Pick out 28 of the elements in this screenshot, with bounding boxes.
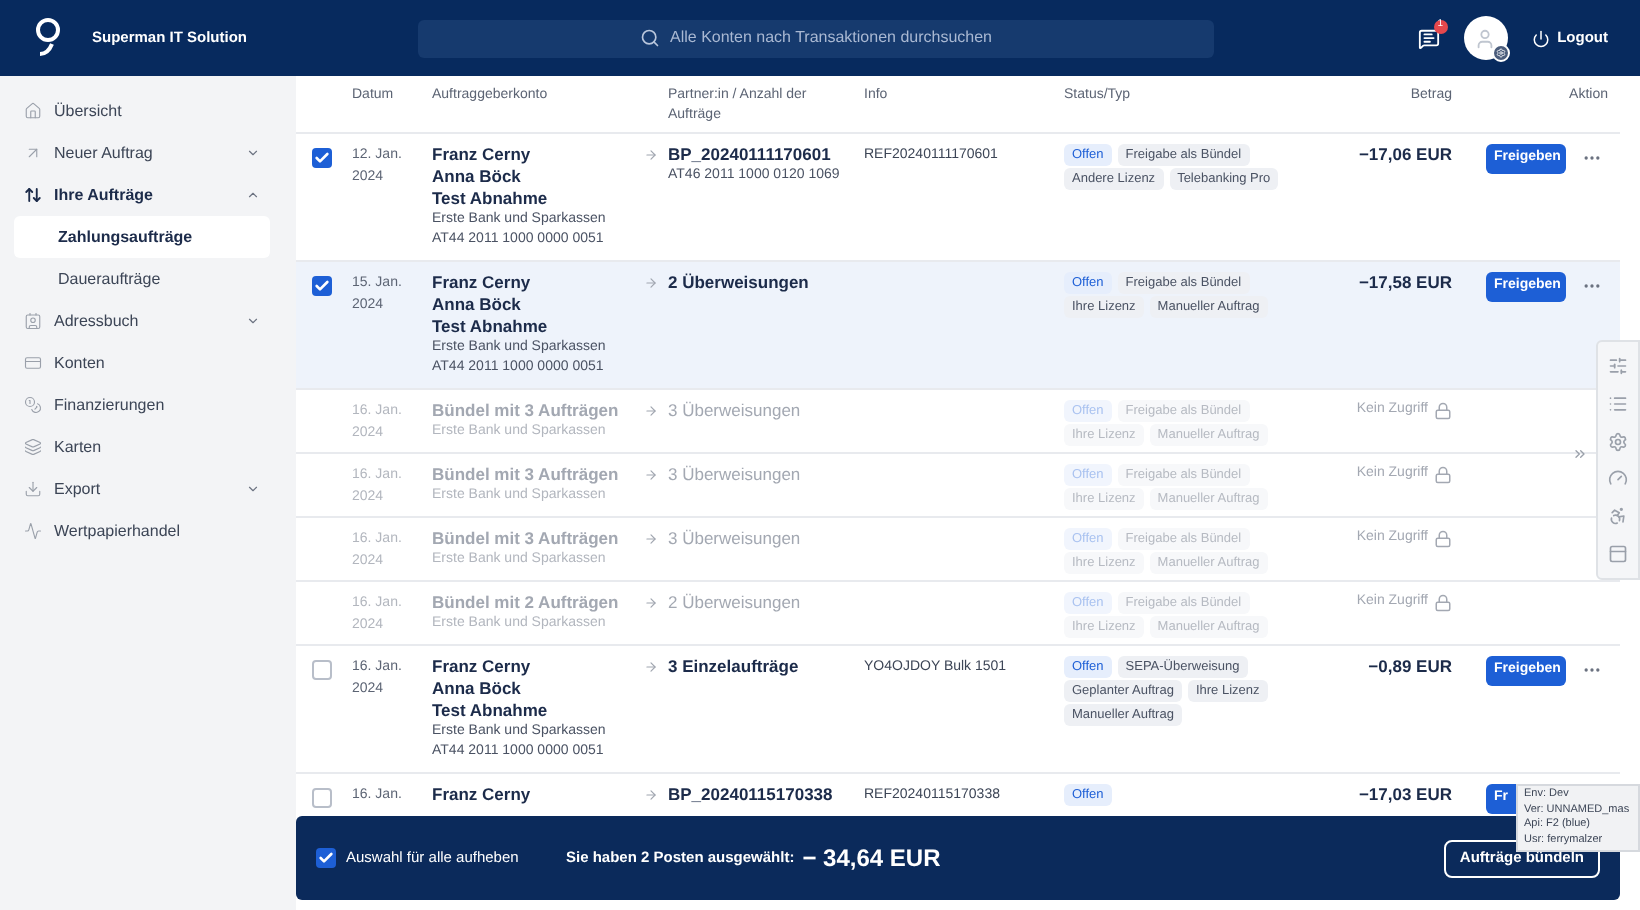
partner-text: 3 Einzelaufträge xyxy=(668,656,801,678)
amount-text: −17,06 EUR xyxy=(1358,144,1452,166)
partner-text: 3 Überweisungen xyxy=(668,400,803,422)
search-placeholder: Alle Konten nach Transaktionen durchsuchen xyxy=(670,26,992,50)
account-name: Franz Cerny xyxy=(432,784,533,806)
partner-text: BP_20240111170601 xyxy=(668,144,833,166)
account-name: Bündel mit 3 Aufträgen xyxy=(432,528,621,550)
account-name: Franz Cerny xyxy=(432,656,533,678)
account-name: Franz Cerny xyxy=(432,144,533,166)
account-name: Anna Böck xyxy=(432,678,523,700)
account-name: Anna Böck xyxy=(432,294,523,316)
account-name: Bündel mit 3 Aufträgen xyxy=(432,400,621,422)
partner-text: 3 Überweisungen xyxy=(668,464,803,486)
partner-text: 2 Überweisungen xyxy=(668,592,803,614)
amount-text: −0,89 EUR xyxy=(1368,656,1452,678)
account-name: Anna Böck xyxy=(432,166,523,188)
account-name: Bündel mit 2 Aufträgen xyxy=(432,592,621,614)
partner-text: 2 Überweisungen xyxy=(668,272,811,294)
selection-total: − 34,64 EUR xyxy=(802,842,941,876)
amount-text: −17,03 EUR xyxy=(1358,784,1452,806)
partner-text: 3 Überweisungen xyxy=(668,528,803,550)
account-name: Franz Cerny xyxy=(432,272,533,294)
account-name: Bündel mit 3 Aufträgen xyxy=(432,464,621,486)
amount-text: −17,58 EUR xyxy=(1358,272,1452,294)
account-name: Test Abnahme xyxy=(432,700,550,722)
account-name: Test Abnahme xyxy=(432,316,550,338)
partner-text: BP_20240115170338 xyxy=(668,784,835,806)
account-name: Test Abnahme xyxy=(432,188,550,210)
